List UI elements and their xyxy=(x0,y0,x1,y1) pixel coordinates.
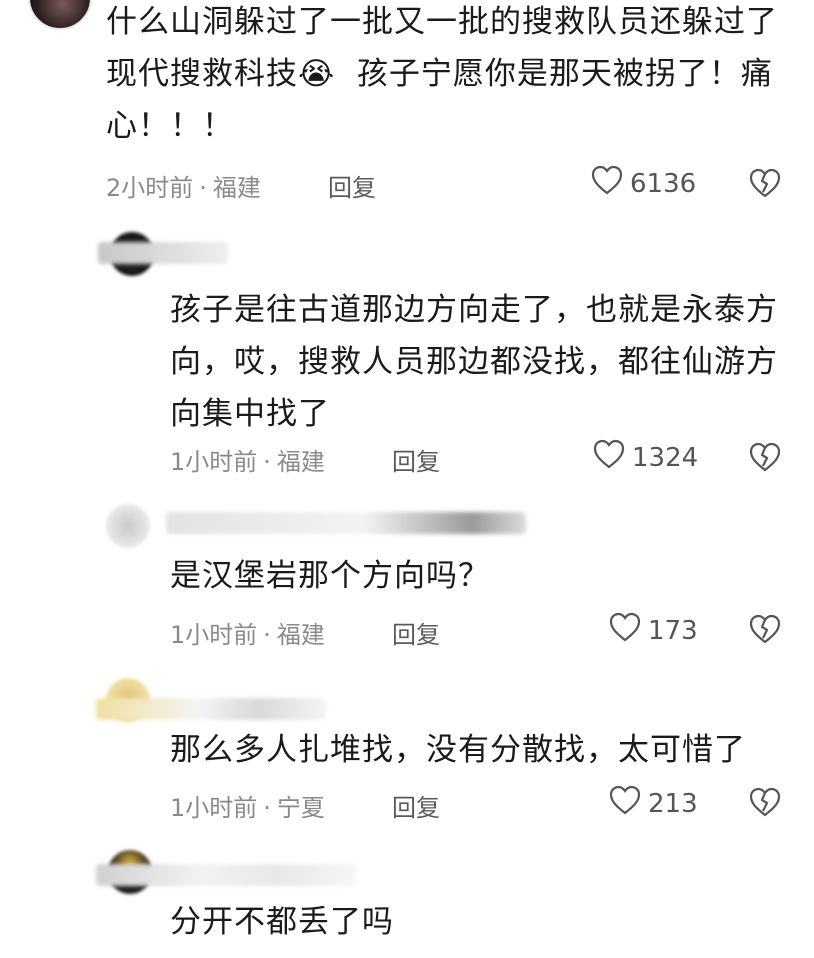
meta-separator: · xyxy=(199,174,207,202)
comment-meta: 1小时前 · 福建 xyxy=(170,442,325,477)
username-redacted xyxy=(96,698,326,720)
like-button[interactable]: 213 xyxy=(608,784,698,823)
comment-time: 1小时前 xyxy=(170,621,258,649)
comment-location: 福建 xyxy=(212,174,261,202)
comment-location: 福建 xyxy=(276,448,325,476)
comment-text: 孩子是往古道那边方向走了，也就是永泰方 向，哎，搜救人员那边都没找，都往仙游方 … xyxy=(170,292,778,432)
username-redacted xyxy=(166,512,526,534)
broken-heart-icon xyxy=(748,168,782,204)
dislike-button[interactable] xyxy=(748,612,782,646)
username-redacted xyxy=(96,864,356,886)
meta-separator: · xyxy=(263,794,271,822)
avatar[interactable] xyxy=(106,504,150,548)
broken-heart-icon xyxy=(748,442,782,478)
comment-time: 1小时前 xyxy=(170,448,258,476)
dislike-button[interactable] xyxy=(748,440,782,474)
like-count: 213 xyxy=(648,788,698,819)
like-button[interactable]: 6136 xyxy=(590,164,696,203)
comment-text: 那么多人扎堆找，没有分散找，太可惜了 xyxy=(170,732,746,768)
broken-heart-icon xyxy=(748,787,782,823)
comment-text: 是汉堡岩那个方向吗？ xyxy=(170,558,490,594)
comment-location: 福建 xyxy=(276,621,325,649)
like-count: 173 xyxy=(648,615,698,646)
reply-button[interactable]: 回复 xyxy=(328,168,376,203)
username-redacted xyxy=(98,242,228,264)
comment-meta: 2小时前 · 福建 xyxy=(106,168,261,203)
avatar[interactable] xyxy=(28,0,92,30)
like-count: 1324 xyxy=(632,442,699,473)
comment-meta: 1小时前 · 福建 xyxy=(170,615,325,650)
reply-button[interactable]: 回复 xyxy=(392,442,440,477)
like-button[interactable]: 173 xyxy=(608,611,698,650)
heart-outline-icon xyxy=(590,164,624,203)
comment-time: 2小时前 xyxy=(106,174,194,202)
comment-text: 什么山洞躲过了一批又一批的搜救队员还躲过了 现代搜救科技😭 孩子宁愿你是那天被拐… xyxy=(106,4,778,144)
comment-text: 分开不都丢了吗 xyxy=(170,904,394,940)
meta-separator: · xyxy=(263,448,271,476)
like-button[interactable]: 1324 xyxy=(592,438,698,477)
dislike-button[interactable] xyxy=(748,785,782,819)
comment-meta: 1小时前 · 宁夏 xyxy=(170,788,325,823)
comment-location: 宁夏 xyxy=(276,794,325,822)
like-count: 6136 xyxy=(630,168,697,199)
dislike-button[interactable] xyxy=(748,166,782,200)
meta-separator: · xyxy=(263,621,271,649)
comment-time: 1小时前 xyxy=(170,794,258,822)
heart-outline-icon xyxy=(608,611,642,650)
broken-heart-icon xyxy=(748,614,782,650)
reply-button[interactable]: 回复 xyxy=(392,615,440,650)
reply-button[interactable]: 回复 xyxy=(392,788,440,823)
heart-outline-icon xyxy=(592,438,626,477)
heart-outline-icon xyxy=(608,784,642,823)
